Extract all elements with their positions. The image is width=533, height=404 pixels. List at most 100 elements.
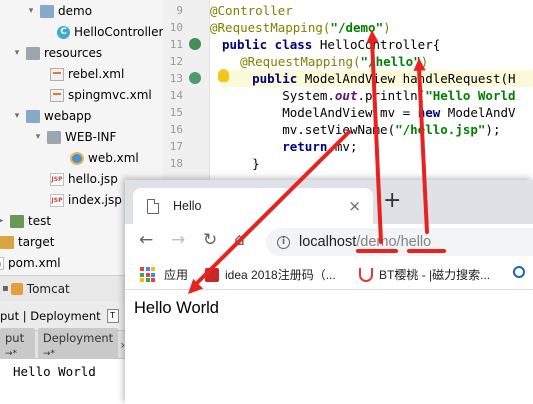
tab-title: Hello [173, 199, 202, 213]
tree-item-label: index.jsp [68, 193, 122, 207]
code-line: System.out.println("Hello World [282, 88, 516, 103]
bookmark-bt[interactable]: BT樱桃 - |磁力搜索... [359, 266, 490, 283]
chevron-down-icon[interactable]: ▾ [12, 48, 22, 58]
code-line: mv.setViewName("/hello.jsp"); [282, 122, 501, 137]
browser-tab[interactable]: Hello × [133, 188, 373, 224]
bookmark-label: BT樱桃 - |磁力搜索... [379, 268, 491, 282]
server-tabs: put | Deployment T [0, 301, 125, 331]
tree-item-label: HelloController [74, 25, 163, 39]
tree-item-label: test [28, 214, 52, 228]
forward-button[interactable]: → [171, 230, 185, 250]
tab-output-deployment[interactable]: put | Deployment [0, 309, 101, 323]
code-line: public class HelloController{ [222, 37, 441, 52]
console-output: Hello World [0, 359, 125, 404]
home-button[interactable]: ⌂ [234, 230, 245, 250]
back-button[interactable]: ← [139, 230, 153, 250]
tomcat-icon [10, 282, 23, 295]
spring-bean-icon[interactable] [189, 38, 201, 50]
folder-icon [26, 109, 40, 123]
apps-icon [140, 267, 155, 282]
code-line: @Controller [210, 3, 293, 18]
line-number: 9 [176, 4, 183, 17]
address-bar[interactable]: i localhost/demo/hello [266, 228, 533, 256]
tomcat-run-icon: ▪ [2, 283, 9, 294]
folder-icon [26, 46, 40, 60]
close-icon[interactable]: × [348, 197, 361, 215]
tree-item-webapp[interactable]: ▾ webapp [12, 105, 92, 127]
tab-deployment[interactable]: Deployment →* [37, 327, 119, 362]
idea-bookmark-icon [205, 267, 219, 282]
class-icon: C [57, 25, 70, 39]
chevron-right-icon[interactable]: ▸ [0, 216, 6, 226]
tree-item-target[interactable]: ▸ target [0, 231, 55, 253]
bookmark-label: 应用 [164, 268, 189, 282]
page-icon [147, 198, 159, 214]
reload-button[interactable]: ↻ [203, 230, 217, 250]
tree-item-hellocontroller[interactable]: C HelloController [57, 21, 163, 43]
tree-item-label: target [18, 235, 55, 249]
tab-more[interactable]: T [106, 308, 119, 323]
line-number: 14 [169, 89, 183, 102]
tree-item-demo[interactable]: ▾ demo [26, 0, 92, 22]
bookmark-idea[interactable]: idea 2018注册码（... [205, 266, 336, 283]
tree-item-label: webapp [44, 109, 92, 123]
chevron-down-icon[interactable]: ▾ [26, 6, 36, 16]
folder-icon [0, 235, 14, 249]
tree-item-label: WEB-INF [65, 130, 117, 144]
tree-item-label: spingmvc.xml [68, 88, 152, 102]
tree-item-rebel-xml[interactable]: rebel.xml [50, 63, 124, 85]
tree-item-label: pom.xml [8, 256, 61, 270]
page-text: Hello World [134, 299, 219, 317]
xml-file-icon [50, 88, 64, 102]
code-line: @RequestMapping("/demo") [210, 20, 391, 35]
code-line: return mv; [282, 139, 358, 154]
bookmark-apps[interactable]: 应用 [140, 266, 188, 283]
bookmark-label: idea 2018注册码（... [225, 268, 336, 282]
line-number: 17 [169, 140, 183, 153]
code-line: } [252, 156, 260, 171]
code-line: ModelAndView mv = new ModelAndV [282, 105, 516, 120]
editor-gutter: 9 10 11 12 13 14 15 16 17 18 [163, 0, 210, 180]
code-line-current: public ModelAndView handleRequest(H [222, 70, 533, 87]
tree-item-index-jsp[interactable]: JSP index.jsp [50, 189, 122, 211]
bookmarks-bar: 应用 idea 2018注册码（... BT樱桃 - |磁力搜索... [125, 260, 533, 290]
tomcat-title: Tomcat [26, 281, 70, 296]
bookmark-more[interactable] [513, 266, 531, 278]
browser-window: Hello × + ← → ↻ ⌂ i localhost/demo/hello… [125, 180, 533, 404]
tree-item-pom-xml[interactable]: pom.xml [0, 252, 61, 274]
web-xml-icon [70, 151, 84, 165]
magnet-bookmark-icon [359, 267, 373, 282]
tree-item-web-xml[interactable]: web.xml [70, 147, 139, 169]
line-number: 11 [169, 38, 183, 51]
code-editor[interactable]: @Controller @RequestMapping("/demo") pub… [210, 0, 533, 180]
code-line: @RequestMapping("/hello") [240, 54, 429, 69]
lightbulb-icon[interactable] [218, 69, 229, 82]
console-tabs: put →* Deployment →* › [0, 327, 125, 362]
url-text[interactable]: localhost/demo/hello [299, 234, 431, 250]
tree-item-label: web.xml [88, 151, 139, 165]
tree-item-hello-jsp[interactable]: JSP hello.jsp [50, 168, 118, 190]
xml-file-icon [50, 67, 64, 81]
folder-icon [40, 4, 54, 18]
line-number: 15 [169, 106, 183, 119]
chevron-down-icon[interactable]: ▾ [33, 132, 43, 142]
overflow-bookmark-icon [513, 266, 525, 278]
tab-strip: Hello × + [125, 180, 533, 224]
tree-item-label: demo [58, 4, 93, 18]
console-text: Hello World [13, 364, 96, 379]
run-tool-window-header: ▪ Tomcat [0, 275, 125, 301]
jsp-file-icon: JSP [50, 172, 64, 186]
line-number: 12 [169, 55, 183, 68]
tree-item-web-inf[interactable]: ▾ WEB-INF [33, 126, 117, 148]
tree-item-resources[interactable]: ▾ resources [12, 42, 102, 64]
tree-item-label: resources [44, 46, 103, 60]
tree-item-test[interactable]: ▸ test [0, 210, 51, 232]
new-tab-button[interactable]: + [383, 190, 401, 212]
line-number: 10 [169, 21, 183, 34]
chevron-down-icon[interactable]: ▾ [12, 111, 22, 121]
request-mapping-icon[interactable] [189, 72, 201, 84]
tree-item-spingmvc-xml[interactable]: spingmvc.xml [50, 84, 152, 106]
info-icon[interactable]: i [277, 235, 290, 249]
tree-item-label: rebel.xml [68, 67, 125, 81]
tab-output[interactable]: put →* [0, 327, 35, 362]
